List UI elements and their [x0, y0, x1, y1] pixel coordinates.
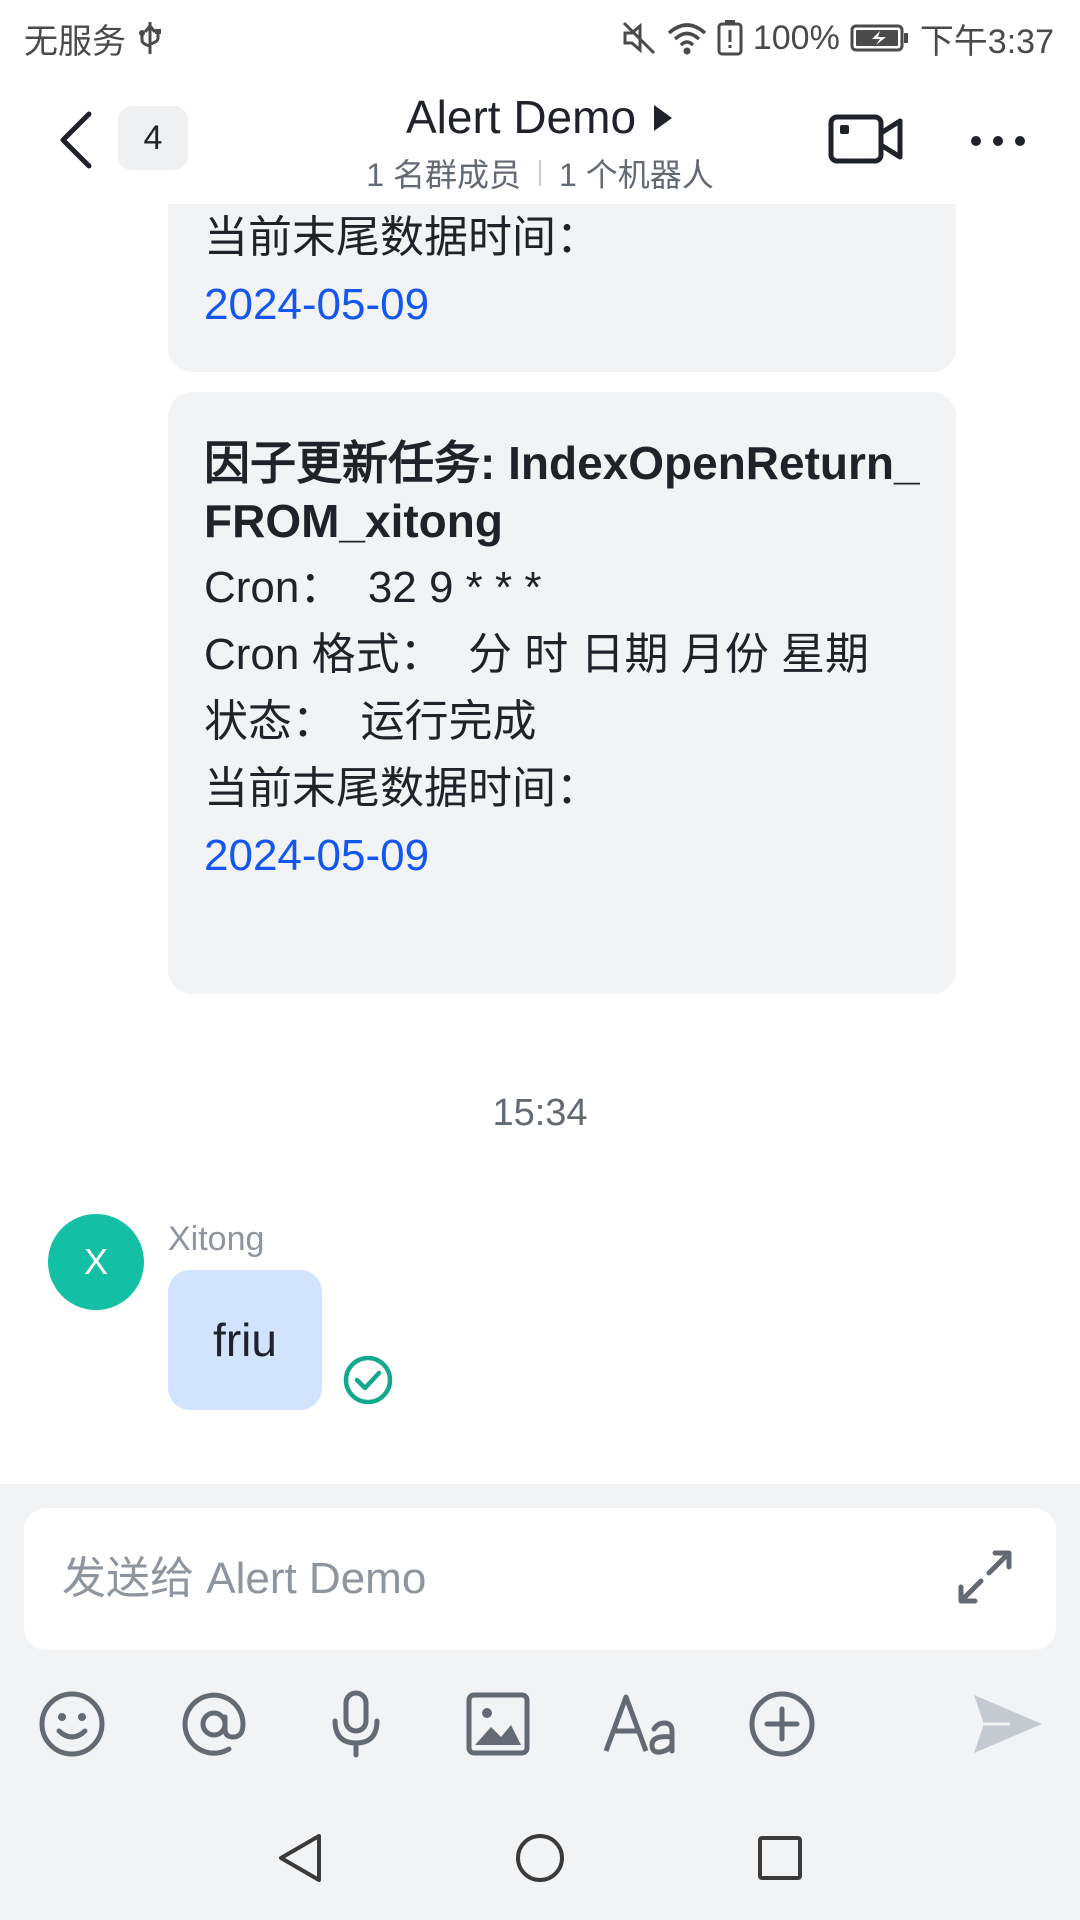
chat-header: 4 Alert Demo 1 名群成员 1 个机器人: [0, 76, 1080, 204]
cron-line: Cron： 32 9 * * *: [204, 563, 542, 612]
data-time-label: 当前末尾数据时间：: [204, 764, 600, 813]
bot-message-card: 因子更新任务: IndexOpenReturn_FROM_xitong Cron…: [168, 392, 956, 994]
date-link[interactable]: 2024-05-09: [204, 822, 920, 889]
back-button[interactable]: [50, 108, 100, 176]
nav-recents-square-icon: [756, 1834, 804, 1887]
status-line: 状态： 运行完成: [204, 697, 537, 746]
emoji-icon: [37, 1689, 107, 1764]
more-dots-icon[interactable]: [960, 106, 1036, 176]
expand-input-button[interactable]: [952, 1546, 1018, 1612]
sender-name: Xitong: [168, 1220, 265, 1258]
expand-icon: [955, 1547, 1015, 1612]
nav-back-button[interactable]: [262, 1822, 338, 1898]
chat-title-area[interactable]: Alert Demo 1 名群成员 1 个机器人: [300, 86, 780, 196]
microphone-icon: [321, 1689, 391, 1764]
video-call-button[interactable]: [826, 106, 906, 176]
system-nav-bar: [0, 1800, 1080, 1920]
bot-count: 1 个机器人: [559, 157, 714, 193]
battery-icon: [850, 23, 910, 53]
subtitle-divider: [539, 160, 541, 186]
message-input[interactable]: 发送给 Alert Demo: [24, 1508, 1056, 1650]
plus-icon: [747, 1689, 817, 1764]
message-input-placeholder: 发送给 Alert Demo: [62, 1554, 427, 1603]
card-title: 因子更新任务: IndexOpenReturn_FROM_xitong: [204, 437, 920, 547]
nav-recents-button[interactable]: [742, 1822, 818, 1898]
date-link[interactable]: 2024-05-09: [204, 271, 920, 338]
message-list[interactable]: 当前末尾数据时间： 2024-05-09 因子更新任务: IndexOpenRe…: [0, 204, 1080, 1484]
mention-button[interactable]: [172, 1684, 256, 1768]
text-format-icon: [602, 1689, 678, 1764]
avatar[interactable]: X: [48, 1214, 144, 1310]
composer-toolbar: [0, 1684, 1080, 1768]
send-icon: [970, 1689, 1046, 1764]
emoji-button[interactable]: [30, 1684, 114, 1768]
wifi-icon: [667, 21, 707, 55]
text-format-button[interactable]: [598, 1684, 682, 1768]
video-camera-icon: [828, 111, 904, 172]
clock: 下午3:37: [919, 22, 1054, 61]
user-message-bubble[interactable]: friu: [168, 1270, 322, 1410]
data-time-label: 当前末尾数据时间：: [204, 213, 600, 262]
carrier-label: 无服务: [24, 22, 126, 61]
unread-count-badge[interactable]: 4: [118, 106, 188, 170]
nav-back-triangle-icon: [275, 1832, 325, 1889]
image-button[interactable]: [456, 1684, 540, 1768]
send-button[interactable]: [966, 1684, 1050, 1768]
read-check-icon: [342, 1354, 394, 1406]
composer: 发送给 Alert Demo: [0, 1484, 1080, 1800]
mention-icon: [179, 1689, 249, 1764]
image-icon: [463, 1689, 533, 1764]
play-triangle-icon: [652, 90, 674, 144]
member-count: 1 名群成员: [366, 157, 521, 193]
status-bar: 无服务 100% 下午3:37: [0, 0, 1080, 76]
battery-percent: 100%: [752, 18, 840, 57]
more-actions-button[interactable]: [740, 1684, 824, 1768]
usb-icon: [136, 20, 164, 56]
chat-title: Alert Demo: [405, 91, 637, 143]
cron-format-line: Cron 格式： 分 时 日期 月份 星期: [204, 630, 869, 679]
nav-home-button[interactable]: [502, 1822, 578, 1898]
mute-icon: [621, 20, 657, 56]
voice-button[interactable]: [314, 1684, 398, 1768]
time-separator: 15:34: [492, 1092, 588, 1134]
back-arrow-icon: [57, 110, 93, 175]
battery-alert-icon: [717, 20, 743, 56]
nav-home-circle-icon: [514, 1832, 566, 1889]
bot-message-card: 当前末尾数据时间： 2024-05-09: [168, 204, 956, 372]
